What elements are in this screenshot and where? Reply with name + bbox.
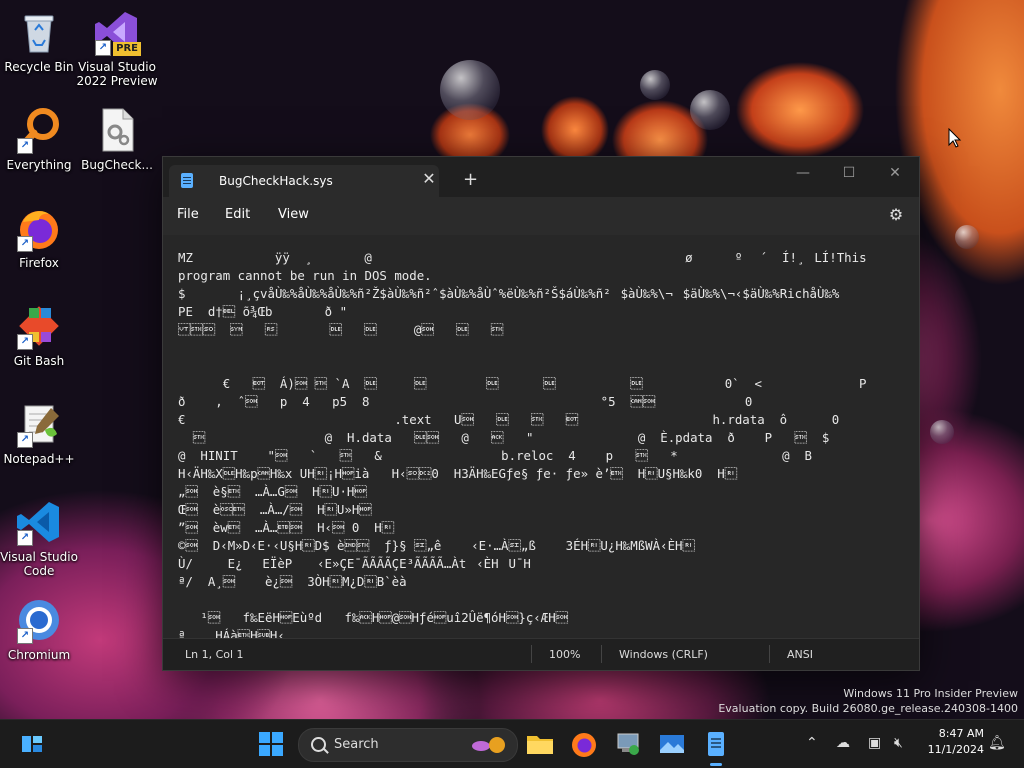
close-button[interactable]: ✕ — [875, 161, 915, 185]
tab-close-icon[interactable]: ✕ — [419, 169, 439, 189]
recycle-bin-icon — [15, 8, 63, 56]
desktop-icon-label: Firefox — [19, 256, 59, 270]
watermark-build: Evaluation copy. Build 26080.ge_release.… — [718, 702, 1018, 715]
desktop-icon-label: Notepad++ — [3, 452, 75, 466]
maximize-button[interactable]: ☐ — [829, 161, 869, 185]
shortcut-arrow-icon: ↗ — [17, 628, 33, 644]
notepad-window[interactable]: BugCheckHack.sys ✕ + — ☐ ✕ File Edit Vie… — [162, 156, 920, 671]
desktop-icon-notepad-plus-plus[interactable]: ↗ Notepad++ — [0, 400, 81, 466]
everything-magnifier-icon: ↗ — [15, 106, 63, 154]
desktop-icon-label: Chromium — [7, 648, 71, 662]
desktop-icon-label: Everything — [6, 158, 72, 172]
git-bash-icon: ↗ — [15, 302, 63, 350]
desktop-icon-recycle-bin[interactable]: Recycle Bin — [0, 8, 81, 74]
shortcut-arrow-icon: ↗ — [17, 334, 33, 350]
desktop-icon-visual-studio-2022-preview[interactable]: PRE ↗ Visual Studio 2022 Preview — [75, 8, 159, 88]
cursor-position: Ln 1, Col 1 — [185, 648, 244, 661]
menu-file[interactable]: File — [177, 207, 199, 222]
active-app-indicator — [710, 763, 722, 766]
clock[interactable]: 8:47 AM 11/1/2024 — [928, 726, 984, 758]
shortcut-arrow-icon: ↗ — [17, 432, 33, 448]
status-divider — [601, 645, 602, 663]
pre-badge: PRE — [113, 42, 141, 56]
vscode-icon: ↗ — [15, 498, 63, 546]
shortcut-arrow-icon: ↗ — [95, 40, 111, 56]
search-icon — [311, 737, 326, 752]
start-button-icon[interactable] — [255, 728, 287, 760]
minimize-button[interactable]: — — [783, 161, 823, 185]
desktop-icon-chromium[interactable]: ↗ Chromium — [0, 596, 81, 662]
system-file-icon — [93, 106, 141, 154]
shortcut-arrow-icon: ↗ — [17, 138, 33, 154]
desktop-icon-firefox[interactable]: ↗ Firefox — [0, 204, 81, 270]
wallpaper-bubble — [955, 225, 979, 249]
title-bar[interactable]: BugCheckHack.sys ✕ + — ☐ ✕ — [163, 157, 919, 197]
network-icon[interactable]: ▣ — [868, 734, 881, 752]
desktop-icon-everything[interactable]: ↗ Everything — [0, 106, 81, 172]
menu-view[interactable]: View — [278, 207, 309, 222]
status-divider — [769, 645, 770, 663]
desktop-icon-label: Visual Studio 2022 Preview — [76, 60, 158, 88]
desktop-icon-label: Visual Studio Code — [0, 550, 78, 578]
mouse-cursor-icon — [948, 128, 962, 148]
file-explorer-icon[interactable] — [524, 728, 556, 760]
clock-date: 11/1/2024 — [927, 743, 984, 756]
shortcut-arrow-icon: ↗ — [17, 236, 33, 252]
show-hidden-icons-chevron-icon[interactable]: ⌃ — [806, 734, 818, 752]
line-ending: Windows (CRLF) — [619, 648, 708, 661]
status-divider — [531, 645, 532, 663]
shortcut-arrow-icon: ↗ — [17, 530, 33, 546]
firefox-taskbar-icon[interactable] — [568, 728, 600, 760]
settings-gear-icon[interactable]: ⚙ — [887, 206, 905, 224]
desktop-icon-label: Recycle Bin — [4, 60, 74, 74]
status-bar: Ln 1, Col 1 100% Windows (CRLF) ANSI — [163, 638, 919, 670]
search-placeholder: Search — [334, 737, 379, 752]
wallpaper-bubble — [690, 90, 730, 130]
notepad-taskbar-icon[interactable] — [700, 728, 732, 760]
zoom-level: 100% — [549, 648, 581, 661]
search-highlight-icon — [472, 737, 505, 753]
cloud-offline-icon[interactable]: ☁ — [836, 734, 850, 752]
text-editor[interactable]: MZ   ÿÿ ¸ @ ø  º ´ Í!¸LÍ!This prog… — [163, 235, 919, 639]
taskbar-search[interactable]: Search — [298, 728, 518, 762]
wallpaper-bubble — [440, 60, 500, 120]
menu-bar: File Edit View ⚙ — [163, 197, 919, 235]
photos-app-icon[interactable] — [656, 728, 688, 760]
desktop-icon-bugcheck[interactable]: BugCheck... — [75, 106, 159, 172]
encoding: ANSI — [787, 648, 813, 661]
windows-watermark: Windows 11 Pro Insider Preview Evaluatio… — [718, 686, 1018, 716]
clock-time: 8:47 AM — [938, 727, 984, 740]
tab-bugcheckhack[interactable]: BugCheckHack.sys ✕ — [169, 165, 439, 197]
wallpaper-bubble — [640, 70, 670, 100]
desktop-icon-git-bash[interactable]: ↗ Git Bash — [0, 302, 81, 368]
editor-content[interactable]: MZ   ÿÿ ¸ @ ø  º ´ Í!¸LÍ!This prog… — [163, 235, 919, 639]
watermark-edition: Windows 11 Pro Insider Preview — [843, 687, 1018, 700]
desktop-icon-label: BugCheck... — [81, 158, 153, 172]
wallpaper-bubble — [930, 420, 954, 444]
notepad-file-icon — [181, 173, 193, 188]
taskbar: Search ⌃ ☁ ▣ 🔇︎ 8:47 AM 11/1/2024 🔔︎ — [0, 719, 1024, 768]
chromium-icon: ↗ — [15, 596, 63, 644]
visual-studio-icon: PRE ↗ — [93, 8, 141, 56]
menu-edit[interactable]: Edit — [225, 207, 250, 222]
firefox-icon: ↗ — [15, 204, 63, 252]
tab-title: BugCheckHack.sys — [219, 174, 333, 188]
device-manager-icon[interactable] — [612, 728, 644, 760]
widgets-icon[interactable] — [16, 728, 48, 760]
desktop-icon-label: Git Bash — [13, 354, 65, 368]
volume-muted-icon[interactable]: 🔇︎ — [894, 734, 903, 752]
notification-bell-icon[interactable]: 🔔︎ — [988, 734, 1006, 752]
desktop-icon-visual-studio-code[interactable]: ↗ Visual Studio Code — [0, 498, 81, 578]
new-tab-button[interactable]: + — [463, 171, 478, 189]
notepad-plus-plus-icon: ↗ — [15, 400, 63, 448]
